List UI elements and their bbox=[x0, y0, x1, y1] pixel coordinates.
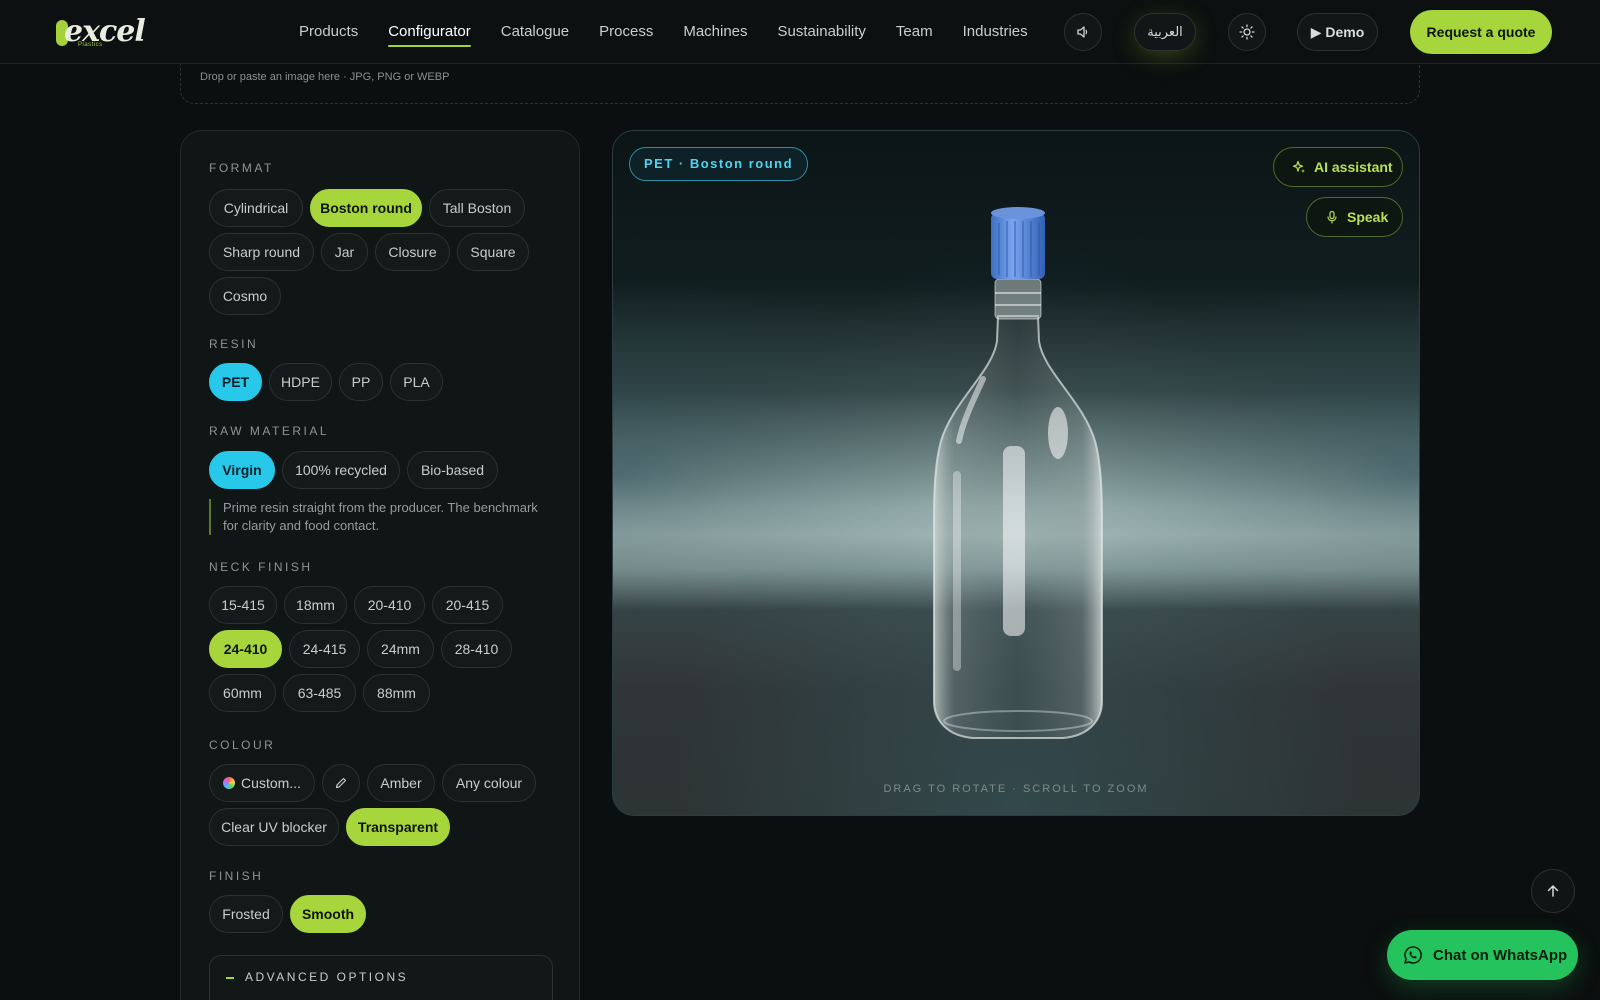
format-boston-round[interactable]: Boston round bbox=[310, 189, 422, 227]
advanced-options-label: ADVANCED OPTIONS bbox=[245, 970, 409, 984]
format-label: FORMAT bbox=[209, 161, 274, 175]
raw-material-bio-based[interactable]: Bio-based bbox=[407, 451, 498, 489]
colour-amber[interactable]: Amber bbox=[367, 764, 435, 802]
neck-24mm[interactable]: 24mm bbox=[367, 630, 434, 668]
format-cylindrical[interactable]: Cylindrical bbox=[209, 189, 303, 227]
nav-machines[interactable]: Machines bbox=[683, 0, 747, 64]
sound-toggle-button[interactable] bbox=[1064, 13, 1102, 51]
logo-subtitle: Plastics bbox=[78, 42, 103, 48]
neck-88mm[interactable]: 88mm bbox=[363, 674, 430, 712]
raw-material-label: RAW MATERIAL bbox=[209, 424, 330, 438]
top-navigation-bar: excel Plastics Products Configurator Cat… bbox=[0, 0, 1600, 64]
colour-clear-uv-blocker[interactable]: Clear UV blocker bbox=[209, 808, 339, 846]
sun-icon bbox=[1239, 24, 1255, 40]
raw-material-recycled[interactable]: 100% recycled bbox=[282, 451, 400, 489]
colour-label: COLOUR bbox=[209, 738, 276, 752]
nav-team[interactable]: Team bbox=[896, 0, 933, 64]
colour-custom-label: Custom... bbox=[241, 775, 301, 791]
viewer-interaction-hint: DRAG TO ROTATE · SCROLL TO ZOOM bbox=[883, 783, 1149, 795]
format-closure[interactable]: Closure bbox=[375, 233, 450, 271]
finish-frosted[interactable]: Frosted bbox=[209, 895, 283, 933]
product-tag: PET · Boston round bbox=[629, 147, 809, 181]
language-switch-button[interactable]: العربية bbox=[1134, 13, 1196, 51]
colour-wheel-icon bbox=[223, 777, 236, 789]
format-jar[interactable]: Jar bbox=[321, 233, 368, 271]
colour-custom[interactable]: Custom... bbox=[209, 764, 315, 802]
format-tall-boston[interactable]: Tall Boston bbox=[429, 189, 525, 227]
resin-pla[interactable]: PLA bbox=[390, 363, 443, 401]
3d-bottle-viewer[interactable]: PET · Boston round AI assistant Speak DR… bbox=[612, 130, 1420, 816]
raw-material-virgin[interactable]: Virgin bbox=[209, 451, 275, 489]
neck-20-415[interactable]: 20-415 bbox=[432, 586, 503, 624]
format-sharp-round[interactable]: Sharp round bbox=[209, 233, 314, 271]
nav-catalogue[interactable]: Catalogue bbox=[501, 0, 569, 64]
colour-eyedropper-button[interactable] bbox=[322, 764, 360, 802]
colour-any[interactable]: Any colour bbox=[442, 764, 536, 802]
advanced-options-toggle[interactable]: ADVANCED OPTIONS bbox=[209, 955, 553, 1000]
logo-wordmark: excel bbox=[64, 14, 146, 49]
speak-label: Speak bbox=[1347, 209, 1389, 225]
speaker-icon bbox=[1077, 26, 1088, 38]
arrow-up-icon bbox=[1547, 885, 1559, 897]
whatsapp-chat-button[interactable]: Chat on WhatsApp bbox=[1387, 930, 1578, 980]
bottle-preview-render bbox=[933, 207, 1103, 739]
whatsapp-icon bbox=[1404, 946, 1422, 964]
microphone-icon bbox=[1327, 210, 1337, 224]
neck-24-410[interactable]: 24-410 bbox=[209, 630, 282, 668]
eyedropper-icon bbox=[335, 777, 347, 789]
request-quote-button[interactable]: Request a quote bbox=[1410, 10, 1552, 54]
resin-pp[interactable]: PP bbox=[339, 363, 383, 401]
collapse-icon bbox=[226, 977, 234, 979]
neck-finish-label: NECK FINISH bbox=[209, 560, 313, 574]
ai-assistant-label: AI assistant bbox=[1314, 159, 1393, 175]
neck-18mm[interactable]: 18mm bbox=[284, 586, 347, 624]
neck-15-415[interactable]: 15-415 bbox=[209, 586, 277, 624]
neck-20-410[interactable]: 20-410 bbox=[354, 586, 425, 624]
raw-material-description: Prime resin straight from the producer. … bbox=[209, 499, 549, 535]
nav-industries[interactable]: Industries bbox=[963, 0, 1028, 64]
nav-process[interactable]: Process bbox=[599, 0, 653, 64]
finish-smooth[interactable]: Smooth bbox=[290, 895, 366, 933]
company-logo[interactable]: excel Plastics bbox=[56, 14, 146, 50]
neck-63-485[interactable]: 63-485 bbox=[283, 674, 356, 712]
ai-assistant-button[interactable]: AI assistant bbox=[1273, 147, 1403, 187]
neck-60mm[interactable]: 60mm bbox=[209, 674, 276, 712]
configurator-panel: FORMAT Cylindrical Boston round Tall Bos… bbox=[180, 130, 580, 1000]
theme-toggle-button[interactable] bbox=[1228, 13, 1266, 51]
scroll-to-top-button[interactable] bbox=[1531, 869, 1575, 913]
demo-button[interactable]: ▶ Demo bbox=[1297, 13, 1378, 51]
nav-configurator[interactable]: Configurator bbox=[388, 0, 471, 64]
speak-button[interactable]: Speak bbox=[1306, 197, 1403, 237]
dropzone-hint: Drop or paste an image here · JPG, PNG o… bbox=[200, 71, 450, 83]
neck-28-410[interactable]: 28-410 bbox=[441, 630, 512, 668]
neck-24-415[interactable]: 24-415 bbox=[289, 630, 360, 668]
resin-pet[interactable]: PET bbox=[209, 363, 262, 401]
finish-label: FINISH bbox=[209, 869, 264, 883]
colour-transparent[interactable]: Transparent bbox=[346, 808, 450, 846]
resin-hdpe[interactable]: HDPE bbox=[269, 363, 332, 401]
nav-products[interactable]: Products bbox=[299, 0, 358, 64]
nav-sustainability[interactable]: Sustainability bbox=[778, 0, 866, 64]
format-square[interactable]: Square bbox=[457, 233, 529, 271]
main-nav: Products Configurator Catalogue Process … bbox=[299, 0, 1058, 64]
resin-label: RESIN bbox=[209, 337, 259, 351]
format-cosmo[interactable]: Cosmo bbox=[209, 277, 281, 315]
whatsapp-label: Chat on WhatsApp bbox=[1433, 946, 1568, 964]
sparkle-icon bbox=[1292, 160, 1305, 173]
